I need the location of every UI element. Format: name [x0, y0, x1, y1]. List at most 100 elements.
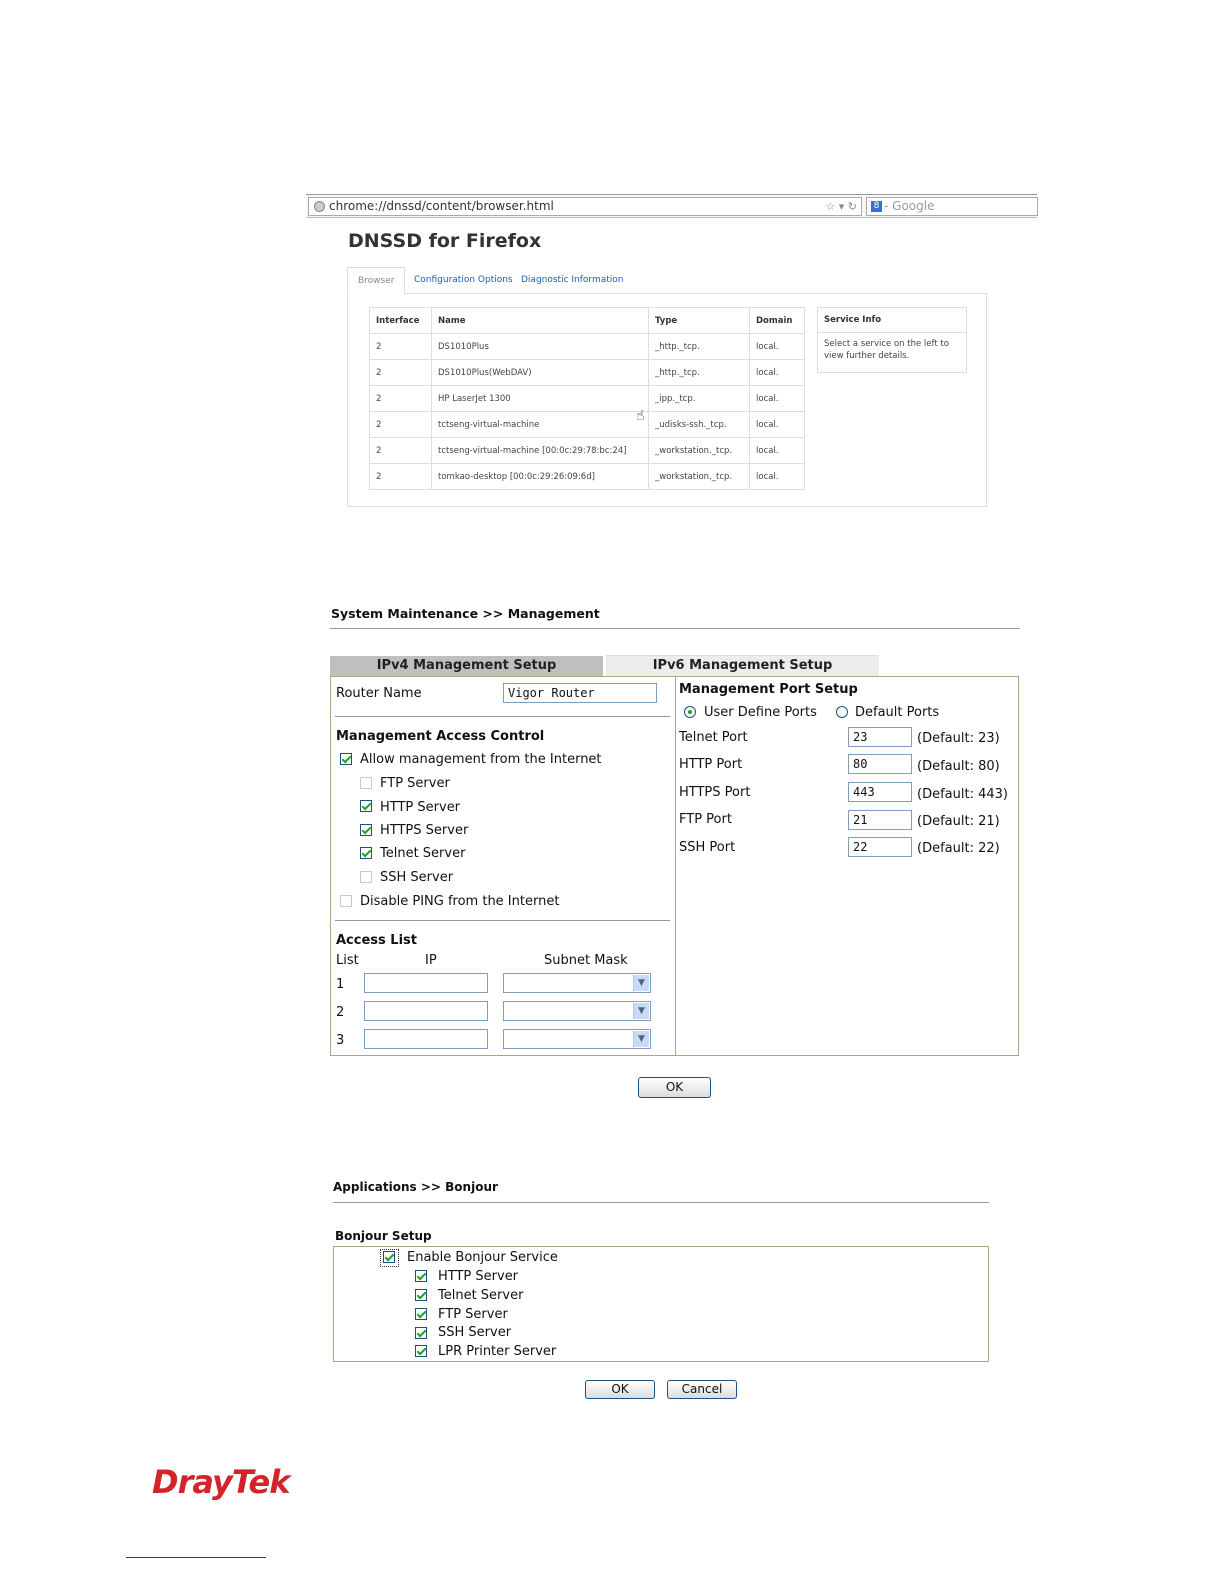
ftp-port-label: FTP Port [679, 812, 732, 827]
cell-interface: 2 [369, 333, 432, 360]
search-placeholder: - [884, 199, 893, 213]
allow-internet-checkbox[interactable] [340, 753, 352, 765]
access-list-col-ip: IP [425, 953, 437, 968]
management-ok-button[interactable]: OK [638, 1077, 711, 1098]
telnet-port-default: (Default: 23) [917, 731, 1000, 746]
table-row[interactable]: 2 tctseng-virtual-machine [00:0c:29:78:b… [369, 437, 805, 464]
default-ports-radio[interactable] [836, 706, 848, 718]
https-server-checkbox[interactable] [360, 824, 372, 836]
address-text: chrome://dnssd/content/browser.html [329, 199, 554, 213]
access-list-col-list: List [336, 953, 359, 968]
telnet-server-label: Telnet Server [380, 846, 466, 861]
tab-ipv4-management[interactable]: IPv4 Management Setup [330, 656, 603, 676]
cell-interface: 2 [369, 463, 432, 490]
table-header-row: Interface Name Type Domain [369, 307, 805, 334]
cell-domain: local. [749, 359, 805, 386]
address-bar[interactable]: chrome://dnssd/content/browser.html ☆ ▾ … [308, 197, 862, 216]
cell-domain: local. [749, 437, 805, 464]
cell-name: tctseng-virtual-machine [00:0c:29:78:bc:… [431, 437, 649, 464]
dnssd-browser-screenshot: chrome://dnssd/content/browser.html ☆ ▾ … [306, 190, 1038, 510]
access-control-title: Management Access Control [336, 729, 545, 744]
search-box[interactable]: 8- Google [866, 197, 1038, 216]
chevron-down-icon: ▼ [633, 1031, 649, 1047]
bonjour-telnet-checkbox[interactable] [415, 1289, 427, 1301]
tab-browser[interactable]: Browser [347, 267, 406, 295]
https-server-label: HTTPS Server [380, 823, 469, 838]
ssh-server-checkbox[interactable] [360, 871, 372, 883]
access-list-col-mask: Subnet Mask [544, 953, 628, 968]
access-list-title: Access List [336, 933, 417, 948]
enable-bonjour-label: Enable Bonjour Service [407, 1250, 558, 1265]
table-row[interactable]: 2 DS1010Plus _http._tcp. local. [369, 333, 805, 360]
bonjour-setup-title: Bonjour Setup [335, 1229, 432, 1243]
user-define-ports-label: User Define Ports [704, 705, 817, 720]
tab-configuration-options[interactable]: Configuration Options [414, 267, 513, 293]
cell-name: tomkao-desktop [00:0c:29:26:09:6d] [431, 463, 649, 490]
divider [333, 1202, 989, 1203]
bonjour-cancel-button[interactable]: Cancel [667, 1380, 737, 1399]
bonjour-http-checkbox[interactable] [415, 1270, 427, 1282]
cell-domain: local. [749, 411, 805, 438]
bonjour-ssh-label: SSH Server [438, 1325, 512, 1340]
disable-ping-checkbox[interactable] [340, 895, 352, 907]
column-header: Name [431, 307, 649, 334]
cell-type: _udisks-ssh._tcp. [648, 411, 750, 438]
draytek-logo: DrayTek [152, 1463, 290, 1501]
router-name-label: Router Name [336, 686, 422, 701]
http-server-checkbox[interactable] [360, 800, 372, 812]
access-list-ip-input[interactable] [364, 973, 488, 993]
hand-cursor-icon: ☝ [636, 408, 645, 424]
table-row[interactable]: 2 tomkao-desktop [00:0c:29:26:09:6d] _wo… [369, 463, 805, 490]
access-list-row-number: 3 [336, 1033, 345, 1048]
bonjour-ftp-label: FTP Server [438, 1307, 508, 1322]
ftp-server-label: FTP Server [380, 776, 450, 791]
cell-type: _ipp._tcp. [648, 385, 750, 412]
chevron-down-icon: ▼ [633, 975, 649, 991]
browser-toolbar: chrome://dnssd/content/browser.html ☆ ▾ … [306, 194, 1038, 218]
bookmark-star-icon[interactable]: ☆ ▾ ↻ [825, 198, 857, 215]
enable-bonjour-checkbox[interactable] [383, 1251, 395, 1263]
subnet-mask-select[interactable]: ▼ [503, 973, 651, 993]
ssh-server-label: SSH Server [380, 870, 454, 885]
table-row[interactable]: 2 HP LaserJet 1300 _ipp._tcp. local. [369, 385, 805, 412]
telnet-port-input[interactable]: 23 [848, 727, 912, 747]
tab-ipv6-management[interactable]: IPv6 Management Setup [606, 655, 879, 676]
subnet-mask-select[interactable]: ▼ [503, 1001, 651, 1021]
http-port-input[interactable]: 80 [848, 754, 912, 774]
router-name-input[interactable]: Vigor Router [503, 683, 657, 703]
google-search-icon: 8 [871, 201, 882, 212]
column-header: Domain [749, 307, 805, 334]
https-port-input[interactable]: 443 [848, 782, 912, 802]
bonjour-lpr-checkbox[interactable] [415, 1345, 427, 1357]
bonjour-ok-button[interactable]: OK [585, 1380, 655, 1399]
footer-link-line [126, 1557, 266, 1558]
services-table: Interface Name Type Domain 2 DS1010Plus … [369, 307, 805, 490]
globe-icon [314, 201, 325, 212]
panel-divider [675, 677, 676, 1055]
chevron-down-icon: ▼ [633, 1003, 649, 1019]
cell-name: DS1010Plus(WebDAV) [431, 359, 649, 386]
bonjour-ssh-checkbox[interactable] [415, 1327, 427, 1339]
disable-ping-label: Disable PING from the Internet [360, 894, 560, 909]
http-port-label: HTTP Port [679, 757, 743, 772]
table-row[interactable]: 2 DS1010Plus(WebDAV) _http._tcp. local. [369, 359, 805, 386]
tab-diagnostic-information[interactable]: Diagnostic Information [521, 267, 624, 293]
service-info-title: Service Info [818, 308, 966, 333]
cell-type: _workstation._tcp. [648, 463, 750, 490]
access-list-ip-input[interactable] [364, 1001, 488, 1021]
table-row[interactable]: 2 tctseng-virtual-machine _udisks-ssh._t… [369, 411, 805, 438]
ssh-port-input[interactable]: 22 [848, 837, 912, 857]
ftp-server-checkbox[interactable] [360, 777, 372, 789]
divider [335, 716, 670, 717]
access-list-row-number: 1 [336, 977, 345, 992]
access-list-row-number: 2 [336, 1005, 345, 1020]
bonjour-ftp-checkbox[interactable] [415, 1308, 427, 1320]
telnet-server-checkbox[interactable] [360, 847, 372, 859]
cell-domain: local. [749, 333, 805, 360]
subnet-mask-select[interactable]: ▼ [503, 1029, 651, 1049]
divider [330, 628, 1020, 629]
cell-interface: 2 [369, 437, 432, 464]
user-define-ports-radio[interactable] [684, 706, 696, 718]
access-list-ip-input[interactable] [364, 1029, 488, 1049]
ftp-port-input[interactable]: 21 [848, 810, 912, 830]
